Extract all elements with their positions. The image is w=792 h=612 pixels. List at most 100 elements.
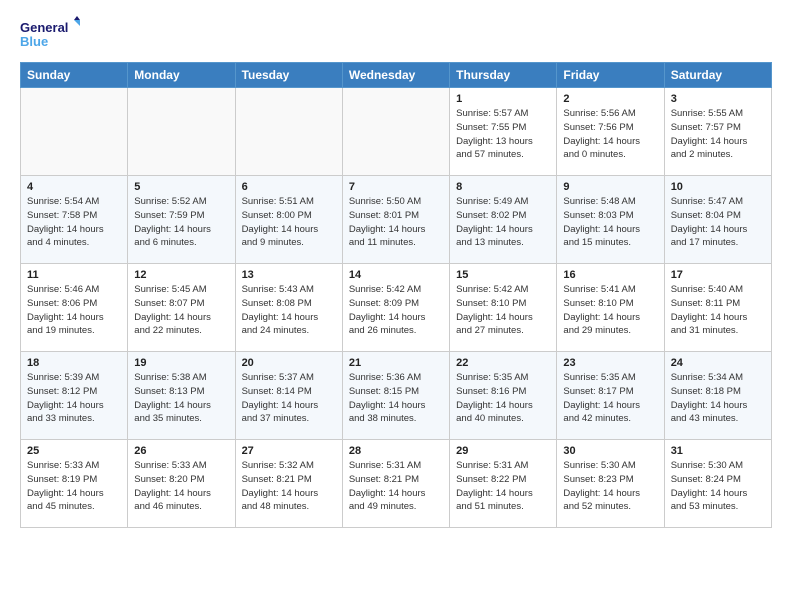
day-cell-21: 21 Sunrise: 5:36 AM Sunset: 8:15 PM Dayli… [342, 352, 449, 440]
day-cell-11: 11 Sunrise: 5:46 AM Sunset: 8:06 PM Dayli… [21, 264, 128, 352]
day-cell-6: 6 Sunrise: 5:51 AM Sunset: 8:00 PM Daylig… [235, 176, 342, 264]
day-cell-22: 22 Sunrise: 5:35 AM Sunset: 8:16 PM Dayli… [450, 352, 557, 440]
day-number: 14 [349, 269, 443, 281]
day-info: Sunrise: 5:36 AM Sunset: 8:15 PM Dayligh… [349, 371, 443, 426]
day-number: 16 [563, 269, 657, 281]
day-number: 13 [242, 269, 336, 281]
day-info: Sunrise: 5:30 AM Sunset: 8:23 PM Dayligh… [563, 459, 657, 514]
day-number: 8 [456, 181, 550, 193]
day-cell-20: 20 Sunrise: 5:37 AM Sunset: 8:14 PM Dayli… [235, 352, 342, 440]
day-number: 29 [456, 445, 550, 457]
day-number: 12 [134, 269, 228, 281]
day-cell-30: 30 Sunrise: 5:30 AM Sunset: 8:23 PM Dayli… [557, 440, 664, 528]
weekday-header-thursday: Thursday [450, 63, 557, 88]
calendar-table: SundayMondayTuesdayWednesdayThursdayFrid… [20, 62, 772, 528]
day-info: Sunrise: 5:35 AM Sunset: 8:16 PM Dayligh… [456, 371, 550, 426]
day-info: Sunrise: 5:35 AM Sunset: 8:17 PM Dayligh… [563, 371, 657, 426]
empty-cell [128, 88, 235, 176]
day-cell-7: 7Sunrise: 5:50 AM Sunset: 8:01 PM Daylig… [342, 176, 449, 264]
day-number: 30 [563, 445, 657, 457]
day-cell-17: 17Sunrise: 5:40 AM Sunset: 8:11 PM Dayli… [664, 264, 771, 352]
weekday-header-wednesday: Wednesday [342, 63, 449, 88]
day-cell-15: 15Sunrise: 5:42 AM Sunset: 8:10 PM Dayli… [450, 264, 557, 352]
day-info: Sunrise: 5:49 AM Sunset: 8:02 PM Dayligh… [456, 195, 550, 250]
day-number: 20 [242, 357, 336, 369]
day-number: 31 [671, 445, 765, 457]
day-number: 11 [27, 269, 121, 281]
day-info: Sunrise: 5:43 AM Sunset: 8:08 PM Dayligh… [242, 283, 336, 338]
svg-text:Blue: Blue [20, 34, 48, 49]
header: General Blue [20, 16, 772, 52]
day-cell-8: 8 Sunrise: 5:49 AM Sunset: 8:02 PM Daylig… [450, 176, 557, 264]
weekday-header-friday: Friday [557, 63, 664, 88]
logo-svg: General Blue [20, 16, 80, 52]
weekday-header-tuesday: Tuesday [235, 63, 342, 88]
day-info: Sunrise: 5:33 AM Sunset: 8:20 PM Dayligh… [134, 459, 228, 514]
day-cell-13: 13 Sunrise: 5:43 AM Sunset: 8:08 PM Dayli… [235, 264, 342, 352]
week-row-1: 1 Sunrise: 5:57 AM Sunset: 7:55 PM Daylig… [21, 88, 772, 176]
day-number: 2 [563, 93, 657, 105]
day-cell-25: 25Sunrise: 5:33 AM Sunset: 8:19 PM Dayli… [21, 440, 128, 528]
day-cell-26: 26 Sunrise: 5:33 AM Sunset: 8:20 PM Dayli… [128, 440, 235, 528]
day-number: 26 [134, 445, 228, 457]
day-number: 9 [563, 181, 657, 193]
day-number: 5 [134, 181, 228, 193]
day-info: Sunrise: 5:30 AM Sunset: 8:24 PM Dayligh… [671, 459, 765, 514]
day-cell-18: 18Sunrise: 5:39 AM Sunset: 8:12 PM Dayli… [21, 352, 128, 440]
day-cell-3: 3Sunrise: 5:55 AM Sunset: 7:57 PM Daylig… [664, 88, 771, 176]
day-info: Sunrise: 5:48 AM Sunset: 8:03 PM Dayligh… [563, 195, 657, 250]
day-info: Sunrise: 5:56 AM Sunset: 7:56 PM Dayligh… [563, 107, 657, 162]
day-info: Sunrise: 5:40 AM Sunset: 8:11 PM Dayligh… [671, 283, 765, 338]
week-row-5: 25Sunrise: 5:33 AM Sunset: 8:19 PM Dayli… [21, 440, 772, 528]
day-number: 10 [671, 181, 765, 193]
weekday-header-row: SundayMondayTuesdayWednesdayThursdayFrid… [21, 63, 772, 88]
day-number: 19 [134, 357, 228, 369]
day-cell-28: 28Sunrise: 5:31 AM Sunset: 8:21 PM Dayli… [342, 440, 449, 528]
day-cell-2: 2 Sunrise: 5:56 AM Sunset: 7:56 PM Daylig… [557, 88, 664, 176]
day-number: 4 [27, 181, 121, 193]
day-cell-9: 9 Sunrise: 5:48 AM Sunset: 8:03 PM Daylig… [557, 176, 664, 264]
day-info: Sunrise: 5:54 AM Sunset: 7:58 PM Dayligh… [27, 195, 121, 250]
day-number: 6 [242, 181, 336, 193]
day-cell-31: 31 Sunrise: 5:30 AM Sunset: 8:24 PM Dayli… [664, 440, 771, 528]
svg-text:General: General [20, 20, 68, 35]
day-info: Sunrise: 5:38 AM Sunset: 8:13 PM Dayligh… [134, 371, 228, 426]
day-cell-19: 19 Sunrise: 5:38 AM Sunset: 8:13 PM Dayli… [128, 352, 235, 440]
day-info: Sunrise: 5:31 AM Sunset: 8:22 PM Dayligh… [456, 459, 550, 514]
day-number: 28 [349, 445, 443, 457]
day-number: 3 [671, 93, 765, 105]
day-number: 21 [349, 357, 443, 369]
day-number: 27 [242, 445, 336, 457]
day-cell-23: 23Sunrise: 5:35 AM Sunset: 8:17 PM Dayli… [557, 352, 664, 440]
day-info: Sunrise: 5:46 AM Sunset: 8:06 PM Dayligh… [27, 283, 121, 338]
day-info: Sunrise: 5:41 AM Sunset: 8:10 PM Dayligh… [563, 283, 657, 338]
day-number: 25 [27, 445, 121, 457]
day-cell-5: 5 Sunrise: 5:52 AM Sunset: 7:59 PM Daylig… [128, 176, 235, 264]
day-info: Sunrise: 5:42 AM Sunset: 8:09 PM Dayligh… [349, 283, 443, 338]
day-info: Sunrise: 5:52 AM Sunset: 7:59 PM Dayligh… [134, 195, 228, 250]
day-number: 7 [349, 181, 443, 193]
day-cell-27: 27 Sunrise: 5:32 AM Sunset: 8:21 PM Dayli… [235, 440, 342, 528]
day-info: Sunrise: 5:32 AM Sunset: 8:21 PM Dayligh… [242, 459, 336, 514]
day-info: Sunrise: 5:42 AM Sunset: 8:10 PM Dayligh… [456, 283, 550, 338]
page: General Blue SundayMondayTuesdayWednesda… [0, 0, 792, 544]
weekday-header-monday: Monday [128, 63, 235, 88]
empty-cell [342, 88, 449, 176]
logo: General Blue [20, 16, 80, 52]
day-info: Sunrise: 5:45 AM Sunset: 8:07 PM Dayligh… [134, 283, 228, 338]
day-info: Sunrise: 5:34 AM Sunset: 8:18 PM Dayligh… [671, 371, 765, 426]
day-info: Sunrise: 5:47 AM Sunset: 8:04 PM Dayligh… [671, 195, 765, 250]
day-cell-16: 16 Sunrise: 5:41 AM Sunset: 8:10 PM Dayli… [557, 264, 664, 352]
day-number: 22 [456, 357, 550, 369]
day-number: 1 [456, 93, 550, 105]
weekday-header-sunday: Sunday [21, 63, 128, 88]
day-number: 18 [27, 357, 121, 369]
day-cell-4: 4 Sunrise: 5:54 AM Sunset: 7:58 PM Daylig… [21, 176, 128, 264]
day-info: Sunrise: 5:57 AM Sunset: 7:55 PM Dayligh… [456, 107, 550, 162]
day-info: Sunrise: 5:51 AM Sunset: 8:00 PM Dayligh… [242, 195, 336, 250]
day-cell-14: 14 Sunrise: 5:42 AM Sunset: 8:09 PM Dayli… [342, 264, 449, 352]
day-info: Sunrise: 5:37 AM Sunset: 8:14 PM Dayligh… [242, 371, 336, 426]
day-cell-24: 24Sunrise: 5:34 AM Sunset: 8:18 PM Dayli… [664, 352, 771, 440]
week-row-3: 11 Sunrise: 5:46 AM Sunset: 8:06 PM Dayli… [21, 264, 772, 352]
empty-cell [235, 88, 342, 176]
